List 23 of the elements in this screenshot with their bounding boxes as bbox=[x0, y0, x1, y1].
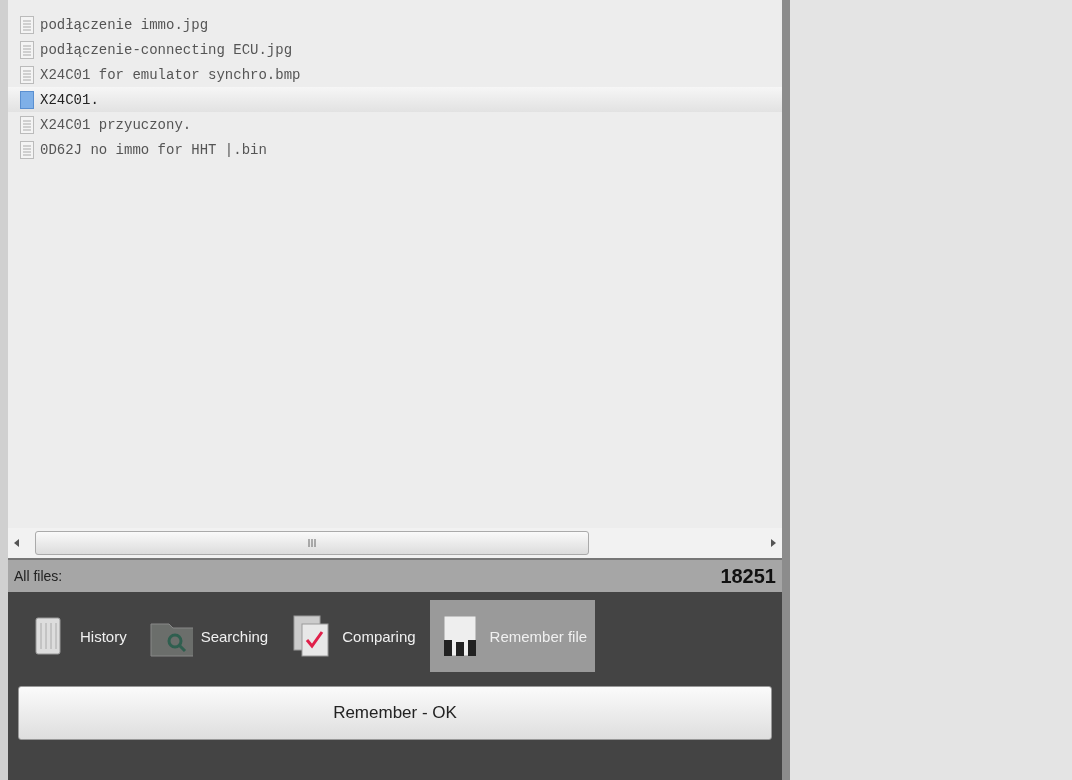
file-row[interactable]: podłączenie-connecting ECU.jpg bbox=[8, 37, 782, 62]
document-icon bbox=[20, 115, 34, 134]
status-label: All files: bbox=[14, 568, 63, 584]
document-icon bbox=[20, 40, 34, 59]
scroll-right-icon[interactable] bbox=[771, 539, 776, 547]
document-icon bbox=[20, 65, 34, 84]
scroll-thumb[interactable] bbox=[35, 531, 589, 555]
file-row[interactable]: X24C01 przyuczony. bbox=[8, 112, 782, 137]
tab[interactable]: Searching bbox=[140, 600, 277, 672]
tab[interactable]: History bbox=[20, 600, 135, 672]
grip-icon bbox=[307, 538, 317, 548]
scroll-left-icon[interactable] bbox=[14, 539, 19, 547]
horizontal-scrollbar[interactable] bbox=[8, 528, 782, 558]
document-icon bbox=[20, 140, 34, 159]
file-count: 18251 bbox=[720, 564, 776, 588]
file-row[interactable]: 0D62J no immo for HHT |.bin bbox=[8, 137, 782, 162]
remember-ok-button[interactable]: Remember - OK bbox=[18, 686, 772, 740]
file-row[interactable]: X24C01 for emulator synchro.bmp bbox=[8, 62, 782, 87]
document-icon bbox=[20, 15, 34, 34]
file-row[interactable]: podłączenie immo.jpg bbox=[8, 12, 782, 37]
tab[interactable]: Comparing bbox=[282, 600, 424, 672]
file-row[interactable]: X24C01. bbox=[8, 87, 782, 112]
document-icon bbox=[20, 90, 34, 109]
